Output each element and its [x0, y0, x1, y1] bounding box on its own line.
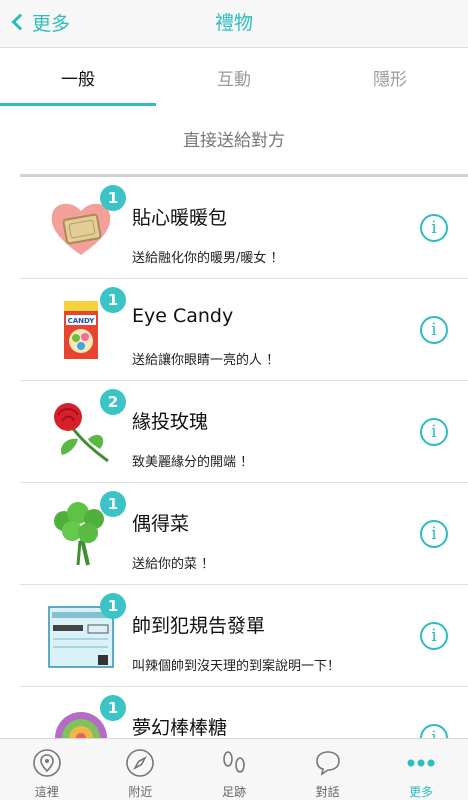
tab-label: 對話	[315, 785, 340, 799]
info-icon[interactable]: i	[420, 214, 448, 242]
gift-row[interactable]: 2 緣投玫瑰 致美麗緣分的開端 ！ i	[20, 381, 468, 483]
gift-row[interactable]: CANDY 1 Eye Candy 送給讓你眼睛一亮的人 ！ i	[20, 279, 468, 381]
gift-list: 1 貼心暖暖包 送給融化你的暖男/暖女 ！ i CANDY 1 Eye Cand…	[20, 177, 468, 789]
page-title: 禮物	[214, 12, 253, 34]
tab-more[interactable]: 更多	[374, 739, 468, 800]
tab-footprints[interactable]: 足跡	[187, 739, 281, 800]
tab-interactive[interactable]: 互動	[156, 48, 312, 106]
gift-description: 致美麗緣分的開端 ！	[132, 455, 254, 470]
gift-description: 送給你的菜 ！	[132, 557, 215, 572]
tab-label: 一般	[61, 69, 95, 90]
section-subtitle: 直接送給對方	[0, 106, 468, 170]
gift-title: 貼心暖暖包	[132, 207, 228, 229]
gift-title: 夢幻棒棒糖	[132, 717, 228, 739]
gift-description: 送給讓你眼睛一亮的人 ！	[132, 353, 280, 368]
more-dots-icon	[405, 747, 437, 779]
tab-hidden[interactable]: 隱形	[312, 48, 468, 106]
info-icon[interactable]: i	[420, 622, 448, 650]
compass-icon	[124, 747, 156, 779]
navigation-bar: 更多 禮物	[0, 0, 468, 48]
category-tabs: 一般 互動 隱形	[0, 48, 468, 106]
footprints-icon	[218, 747, 250, 779]
gift-row[interactable]: 1 貼心暖暖包 送給融化你的暖男/暖女 ！ i	[20, 177, 468, 279]
quantity-badge: 2	[100, 389, 126, 415]
tab-here[interactable]: 這裡	[0, 739, 94, 800]
tab-chat[interactable]: 對話	[281, 739, 375, 800]
quantity-badge: 1	[100, 287, 126, 313]
quantity-badge: 1	[100, 593, 126, 619]
svg-text:CANDY: CANDY	[68, 317, 96, 325]
gift-description: 叫辣個帥到沒天理的到案說明一下！	[132, 659, 341, 674]
gift-title: Eye Candy	[132, 305, 234, 327]
gift-title: 緣投玫瑰	[132, 411, 209, 433]
tab-label: 這裡	[34, 785, 59, 799]
tab-general[interactable]: 一般	[0, 48, 156, 106]
gift-title: 偶得菜	[132, 513, 190, 535]
tab-label: 足跡	[221, 785, 246, 799]
info-icon[interactable]: i	[420, 316, 448, 344]
quantity-badge: 1	[100, 695, 126, 721]
tab-label: 互動	[217, 69, 251, 90]
quantity-badge: 1	[100, 185, 126, 211]
bottom-tab-bar: 這裡 附近 足跡 對話 更多	[0, 738, 468, 800]
tab-nearby[interactable]: 附近	[94, 739, 188, 800]
chat-bubble-icon	[312, 747, 344, 779]
quantity-badge: 1	[100, 491, 126, 517]
gift-title: 帥到犯規告發單	[132, 615, 266, 637]
gift-row[interactable]: 1 偶得菜 送給你的菜 ！ i	[20, 483, 468, 585]
info-icon[interactable]: i	[420, 520, 448, 548]
gift-row[interactable]: 1 帥到犯規告發單 叫辣個帥到沒天理的到案說明一下！ i	[20, 585, 468, 687]
tab-label: 附近	[128, 785, 153, 799]
tab-label: 更多	[409, 785, 434, 799]
location-pin-icon	[31, 747, 63, 779]
gift-description: 送給融化你的暖男/暖女 ！	[132, 251, 284, 266]
info-icon[interactable]: i	[420, 418, 448, 446]
tab-label: 隱形	[373, 69, 407, 90]
